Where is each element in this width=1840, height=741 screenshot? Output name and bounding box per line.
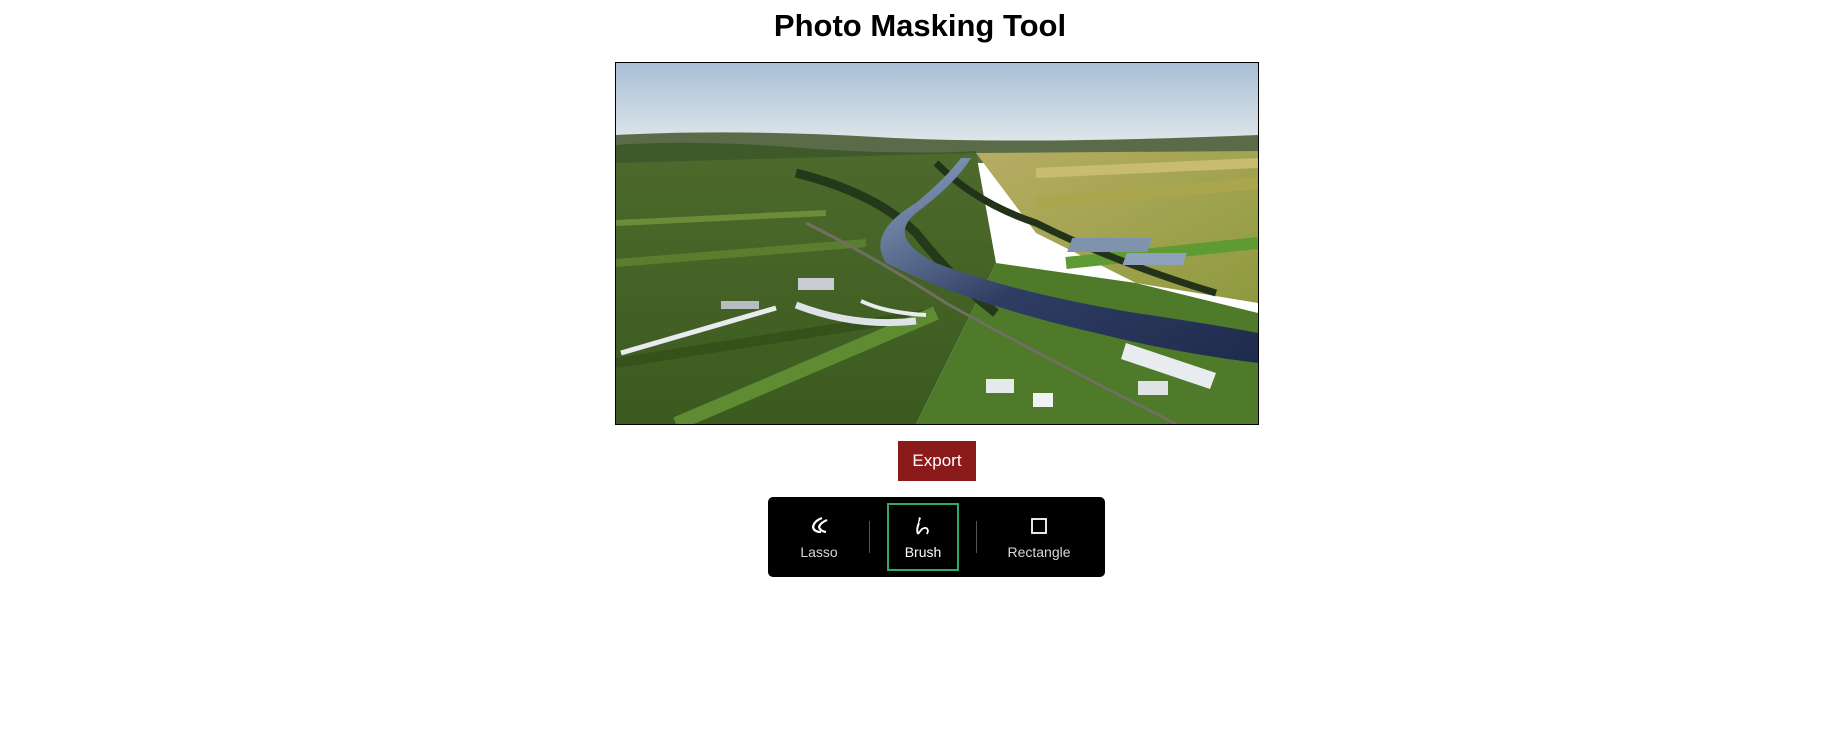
tool-rectangle-label: Rectangle xyxy=(1007,544,1071,560)
rectangle-icon xyxy=(986,515,1092,537)
toolbar-divider xyxy=(976,521,977,553)
tool-brush-label: Brush xyxy=(904,544,942,560)
tool-lasso-label: Lasso xyxy=(800,544,838,560)
page-title: Photo Masking Tool xyxy=(773,8,1067,43)
tool-brush[interactable]: Brush xyxy=(887,503,959,571)
landscape-photo xyxy=(616,63,1258,424)
photo-canvas[interactable] xyxy=(615,62,1259,425)
brush-icon xyxy=(889,515,957,537)
tool-lasso[interactable]: Lasso xyxy=(782,503,856,571)
lasso-icon xyxy=(782,515,856,537)
toolbar-divider xyxy=(869,521,870,553)
mask-toolbar: Lasso Brush Rectangle xyxy=(768,497,1105,577)
tool-rectangle[interactable]: Rectangle xyxy=(986,503,1092,571)
export-button[interactable]: Export xyxy=(898,441,976,481)
